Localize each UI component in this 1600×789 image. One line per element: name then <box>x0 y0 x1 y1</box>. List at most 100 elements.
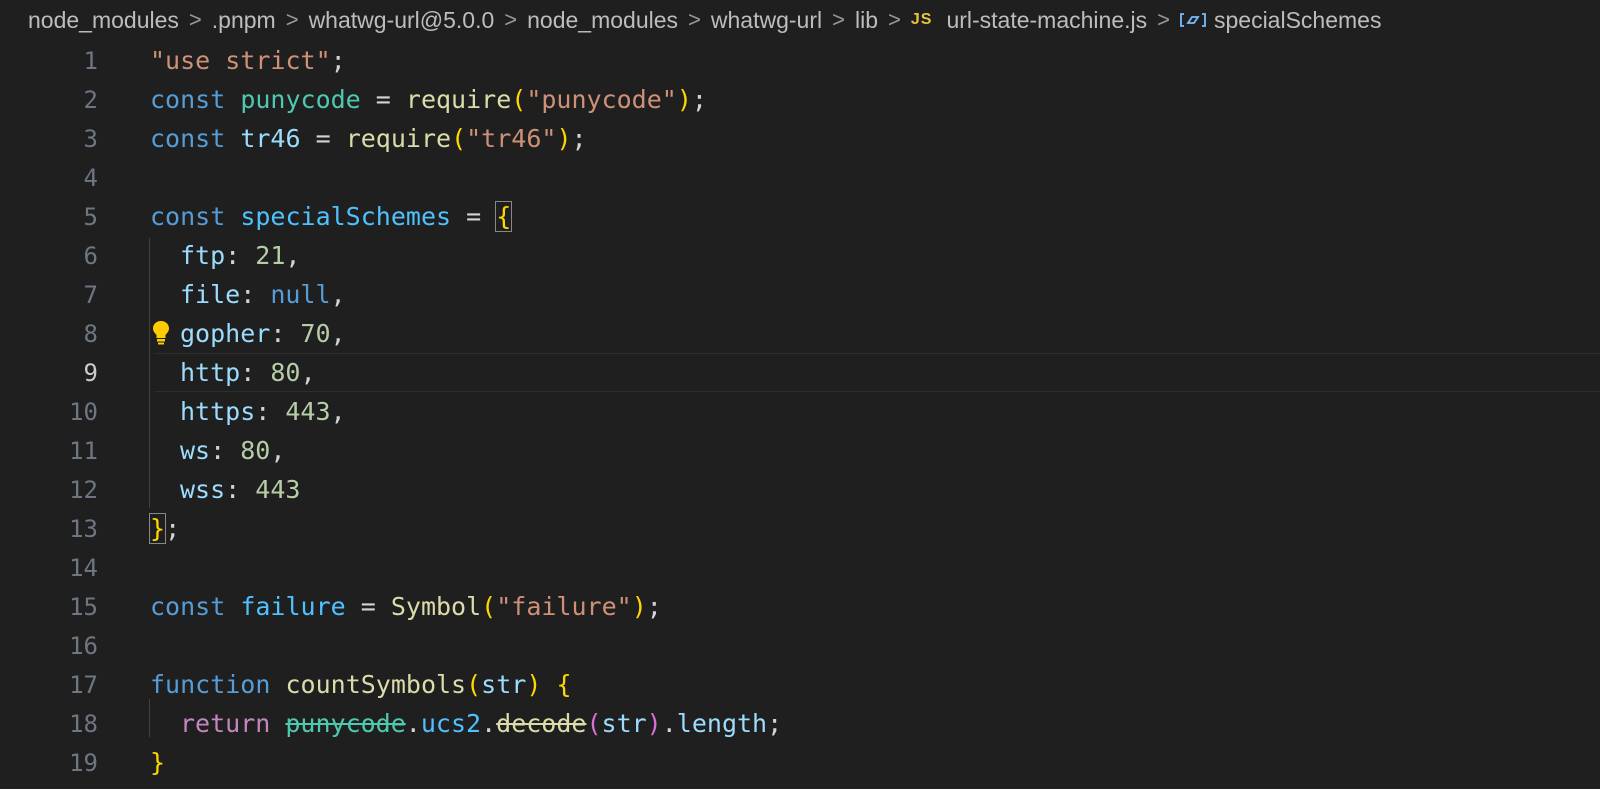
token-keyword: const <box>150 202 226 231</box>
token-bracket: ( <box>586 709 602 738</box>
token-number: 80 <box>270 358 301 387</box>
token-string: "tr46" <box>466 124 557 153</box>
code-text: return punycode.ucs2.decode(str).length; <box>180 709 782 738</box>
line-number[interactable]: 8 <box>0 320 98 348</box>
code-line[interactable]: 8 gopher: 70, <box>0 314 1600 353</box>
breadcrumb-item-lib[interactable]: lib <box>855 7 878 34</box>
token-punctuation: ; <box>165 514 181 543</box>
token-property: wss <box>180 475 226 504</box>
line-number[interactable]: 2 <box>0 86 98 114</box>
code-line[interactable]: 11 ws: 80, <box>0 431 1600 470</box>
code-text: }; <box>148 513 181 544</box>
line-number[interactable]: 6 <box>0 242 98 270</box>
breadcrumb-item-whatwg-url[interactable]: whatwg-url <box>711 7 822 34</box>
breadcrumb-item-node-modules[interactable]: node_modules <box>28 7 179 34</box>
token-variable: specialSchemes <box>240 202 452 231</box>
code-text: const failure = Symbol("failure"); <box>150 592 662 621</box>
code-line[interactable]: 17 function countSymbols(str) { <box>0 665 1600 704</box>
token-operator: = <box>300 124 346 153</box>
token-keyword: return <box>180 709 271 738</box>
token-keyword: null <box>270 280 331 309</box>
token-punctuation: : <box>270 319 301 348</box>
code-line[interactable]: 13 }; <box>0 509 1600 548</box>
chevron-right-icon: > <box>504 7 518 32</box>
code-line[interactable]: 12 wss: 443 <box>0 470 1600 509</box>
code-line[interactable]: 15 const failure = Symbol("failure"); <box>0 587 1600 626</box>
line-number[interactable]: 10 <box>0 398 98 426</box>
line-number[interactable]: 17 <box>0 671 98 699</box>
token-punctuation: ; <box>691 85 707 114</box>
code-editor[interactable]: 1 "use strict"; 2 const punycode = requi… <box>0 41 1600 789</box>
token-punctuation: ; <box>767 709 783 738</box>
code-line-current[interactable]: 9 http: 80, <box>0 353 1600 392</box>
token-string: "punycode" <box>526 85 677 114</box>
line-number[interactable]: 19 <box>0 749 98 777</box>
line-number[interactable]: 16 <box>0 632 98 660</box>
code-line[interactable]: 1 "use strict"; <box>0 41 1600 80</box>
line-number[interactable]: 4 <box>0 164 98 192</box>
line-number-current[interactable]: 9 <box>0 359 98 387</box>
token-punctuation: , <box>330 319 346 348</box>
token-keyword: function <box>150 670 271 699</box>
token-keyword: const <box>150 124 226 153</box>
code-line[interactable]: 5 const specialSchemes = { <box>0 197 1600 236</box>
code-line[interactable]: 14 <box>0 548 1600 587</box>
line-number[interactable]: 12 <box>0 476 98 504</box>
line-number[interactable]: 1 <box>0 47 98 75</box>
code-text: wss: 443 <box>180 475 300 504</box>
token-property: ftp <box>180 241 226 270</box>
token-punctuation: , <box>330 397 346 426</box>
token-bracket: } <box>150 748 166 777</box>
token-punctuation: ; <box>330 46 346 75</box>
line-number[interactable]: 15 <box>0 593 98 621</box>
breadcrumb-item-whatwg-url-version[interactable]: whatwg-url@5.0.0 <box>309 7 495 34</box>
token-function: countSymbols <box>285 670 467 699</box>
breadcrumb-item-pnpm[interactable]: .pnpm <box>212 7 276 34</box>
chevron-right-icon: > <box>888 7 901 32</box>
token-property: http <box>180 358 241 387</box>
code-line[interactable]: 18 return punycode.ucs2.decode(str).leng… <box>0 704 1600 743</box>
token-bracket: { <box>556 670 572 699</box>
code-text: "use strict"; <box>150 46 346 75</box>
token-punctuation: : <box>240 358 271 387</box>
code-line[interactable]: 2 const punycode = require("punycode"); <box>0 80 1600 119</box>
token-property: file <box>180 280 241 309</box>
code-line[interactable]: 7 file: null, <box>0 275 1600 314</box>
line-number[interactable]: 5 <box>0 203 98 231</box>
line-number[interactable]: 11 <box>0 437 98 465</box>
token-deprecated-function: decode <box>496 709 587 738</box>
breadcrumb: node_modules > .pnpm > whatwg-url@5.0.0 … <box>0 0 1600 40</box>
token-bracket: ) <box>646 709 662 738</box>
token-property: length <box>676 709 768 738</box>
token-bracket: ( <box>481 592 497 621</box>
chevron-right-icon: > <box>832 7 845 32</box>
code-line[interactable]: 19 } <box>0 743 1600 782</box>
line-number[interactable]: 13 <box>0 515 98 543</box>
code-line[interactable]: 16 <box>0 626 1600 665</box>
line-number[interactable]: 14 <box>0 554 98 582</box>
line-number[interactable]: 7 <box>0 281 98 309</box>
lightbulb-icon[interactable] <box>152 320 170 346</box>
code-line[interactable]: 6 ftp: 21, <box>0 236 1600 275</box>
token-function: Symbol <box>390 592 482 621</box>
line-number[interactable]: 18 <box>0 710 98 738</box>
token-parameter: str <box>481 670 527 699</box>
token-string: "use strict" <box>150 46 331 75</box>
breadcrumb-item-symbol[interactable]: specialSchemes <box>1180 7 1381 34</box>
token-string: "failure" <box>496 592 632 621</box>
code-text: } <box>150 748 165 777</box>
code-text: http: 80, <box>180 358 316 387</box>
code-line[interactable]: 4 <box>0 158 1600 197</box>
breadcrumb-item-file[interactable]: JS url-state-machine.js <box>911 7 1147 34</box>
code-line[interactable]: 10 https: 443, <box>0 392 1600 431</box>
token-property: ws <box>180 436 211 465</box>
token-variable: tr46 <box>240 124 301 153</box>
token-punctuation: , <box>300 358 316 387</box>
breadcrumb-item-node-modules-2[interactable]: node_modules <box>527 7 678 34</box>
line-number[interactable]: 3 <box>0 125 98 153</box>
code-line[interactable]: 3 const tr46 = require("tr46"); <box>0 119 1600 158</box>
